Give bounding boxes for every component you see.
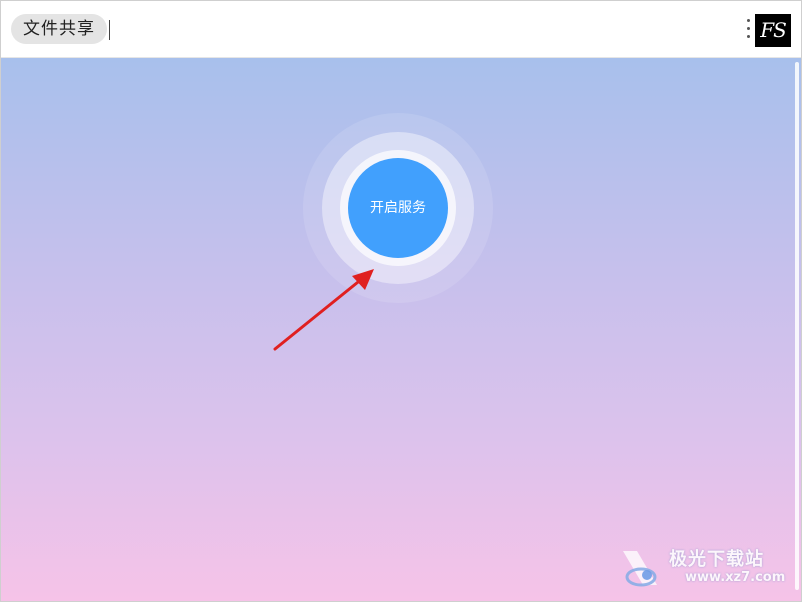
fs-logo[interactable]: FS	[755, 14, 791, 47]
main-content: 开启服务 极光下载站 www.xz7.com	[1, 58, 801, 601]
app-title: 文件共享	[11, 14, 107, 44]
kebab-menu-icon[interactable]	[745, 16, 753, 42]
menu-dot	[747, 19, 750, 22]
menu-dot	[747, 27, 750, 30]
watermark-title: 极光下载站	[669, 549, 764, 570]
watermark-url: www.xz7.com	[685, 570, 786, 585]
header-bar: 文件共享 FS	[1, 1, 801, 58]
menu-dot	[747, 35, 750, 38]
scrollbar[interactable]	[795, 62, 799, 590]
text-caret	[109, 20, 110, 40]
start-service-button[interactable]: 开启服务	[348, 158, 448, 258]
watermark-logo-icon	[623, 551, 657, 587]
watermark: 极光下载站 www.xz7.com	[613, 545, 793, 593]
app-window: 文件共享 FS 开启服务 极光下载站 www.xz7.com	[0, 0, 802, 602]
